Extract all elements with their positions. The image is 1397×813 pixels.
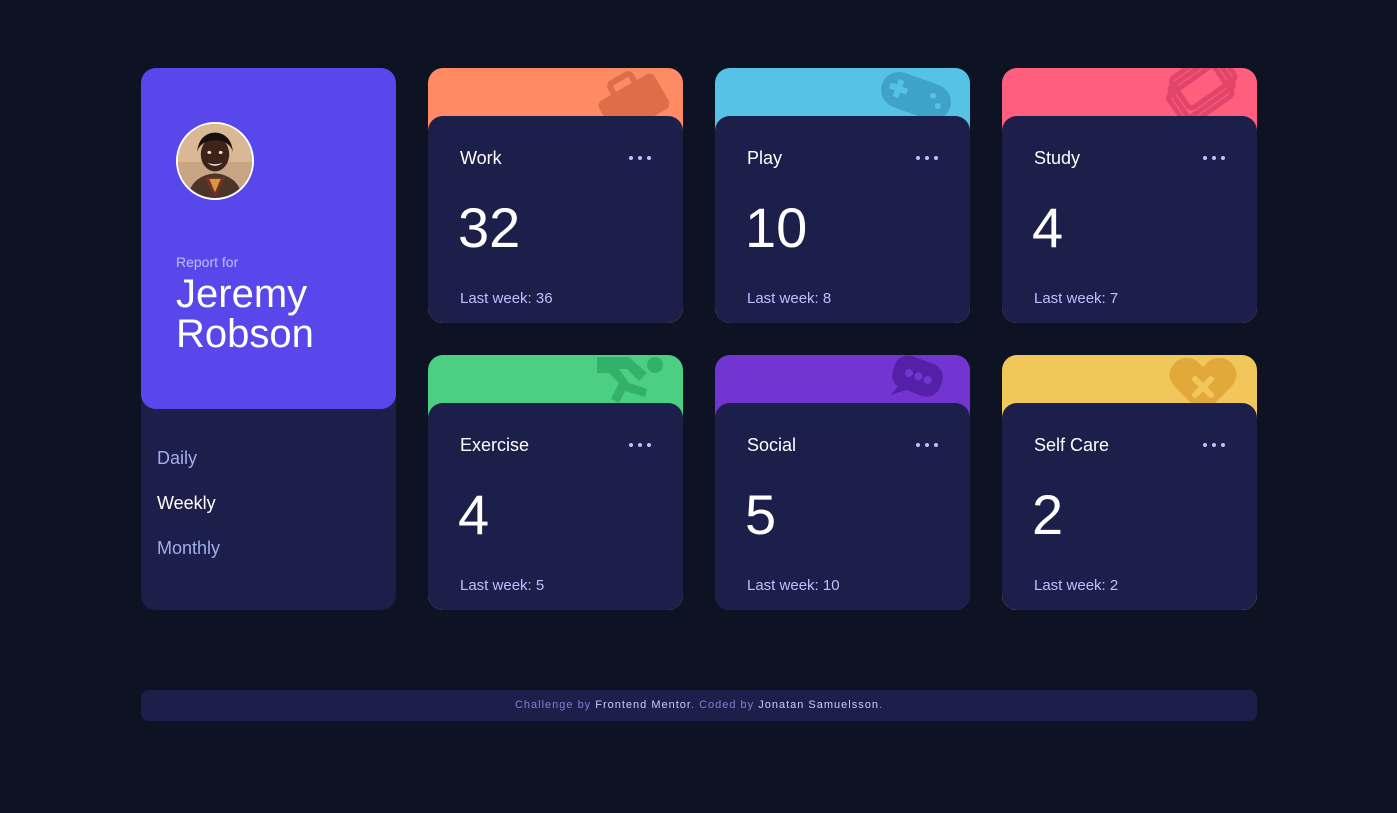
card-body: Work 32 Last week: 36 <box>428 116 683 323</box>
card-current-hours: 5 <box>745 483 777 546</box>
ellipsis-icon[interactable] <box>1203 154 1227 162</box>
frontend-mentor-link[interactable]: Frontend Mentor <box>595 699 691 711</box>
card-previous-hours: Last week: 2 <box>1034 577 1119 594</box>
card-body: Study 4 Last week: 7 <box>1002 116 1257 323</box>
activity-card-exercise: Exercise 4 Last week: 5 <box>428 355 683 610</box>
author-link[interactable]: Jonatan Samuelsson <box>758 699 879 711</box>
card-body: Exercise 4 Last week: 5 <box>428 403 683 610</box>
card-current-hours: 10 <box>745 196 808 259</box>
avatar <box>176 122 254 200</box>
attribution-footer: Challenge by Frontend Mentor. Coded by J… <box>141 690 1257 721</box>
avatar-image <box>178 124 252 198</box>
card-title: Work <box>460 148 502 168</box>
period-daily[interactable]: Daily <box>157 449 220 467</box>
card-previous-hours: Last week: 36 <box>460 290 553 307</box>
ellipsis-icon[interactable] <box>916 441 940 449</box>
activity-card-self-care: Self Care 2 Last week: 2 <box>1002 355 1257 610</box>
footer-middle: . Coded by <box>690 699 759 711</box>
card-body: Social 5 Last week: 10 <box>715 403 970 610</box>
card-title: Social <box>747 435 797 455</box>
card-previous-hours: Last week: 7 <box>1034 290 1119 307</box>
ellipsis-icon[interactable] <box>1203 441 1227 449</box>
card-title: Study <box>1034 148 1081 168</box>
activity-card-play: Play 10 Last week: 8 <box>715 68 970 323</box>
card-current-hours: 2 <box>1032 483 1064 546</box>
card-title: Exercise <box>460 435 530 455</box>
card-previous-hours: Last week: 10 <box>747 577 840 594</box>
footer-prefix: Challenge by <box>514 699 596 711</box>
card-previous-hours: Last week: 8 <box>747 290 832 307</box>
card-current-hours: 4 <box>1032 196 1064 259</box>
card-current-hours: 32 <box>458 196 521 259</box>
card-body: Self Care 2 Last week: 2 <box>1002 403 1257 610</box>
period-monthly[interactable]: Monthly <box>157 539 220 557</box>
period-weekly[interactable]: Weekly <box>157 494 220 512</box>
ellipsis-icon[interactable] <box>629 154 653 162</box>
card-previous-hours: Last week: 5 <box>460 577 545 594</box>
footer-suffix: . <box>878 699 884 711</box>
card-body: Play 10 Last week: 8 <box>715 116 970 323</box>
activity-card-work: Work 32 Last week: 36 <box>428 68 683 323</box>
time-tracking-dashboard: Report for Jeremy Robson Daily Weekly Mo… <box>141 68 1257 610</box>
activity-card-study: Study 4 Last week: 7 <box>1002 68 1257 323</box>
user-name: Jeremy Robson <box>176 272 314 356</box>
activity-card-social: Social 5 Last week: 10 <box>715 355 970 610</box>
card-title: Self Care <box>1034 435 1110 455</box>
profile-header: Report for Jeremy Robson <box>141 68 396 409</box>
ellipsis-icon[interactable] <box>629 441 653 449</box>
profile-card: Report for Jeremy Robson Daily Weekly Mo… <box>141 68 396 610</box>
period-selector: Daily Weekly Monthly <box>157 449 220 584</box>
report-for-label: Report for <box>176 254 239 270</box>
card-title: Play <box>747 148 783 168</box>
ellipsis-icon[interactable] <box>916 154 940 162</box>
card-current-hours: 4 <box>458 483 490 546</box>
